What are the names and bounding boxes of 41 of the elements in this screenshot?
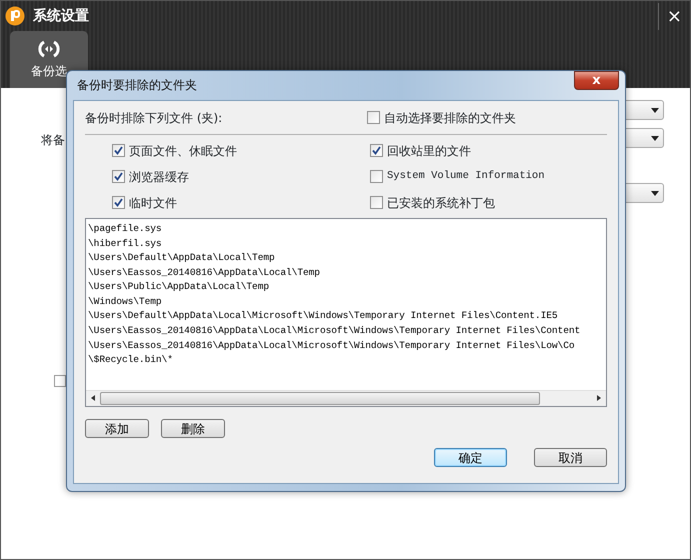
list-button[interactable]: 添加 [85, 418, 149, 438]
section-label: 备份时排除下列文件 (夹): [85, 110, 224, 127]
checkbox-label: 临时文件 [129, 194, 177, 212]
checkbox-label: 自动选择要排除的文件夹 [384, 110, 516, 127]
checkbox[interactable] [370, 170, 383, 184]
horizontal-scrollbar[interactable] [86, 390, 606, 406]
checkbox[interactable] [112, 170, 125, 184]
dropdown-arrow-icon [651, 136, 659, 140]
checkbox-label: 已安装的系统补丁包 [387, 194, 495, 212]
checkbox-label: 浏览器缓存 [129, 168, 189, 186]
file-path[interactable]: \pagefile.sys [88, 222, 604, 237]
backup-icon [38, 40, 60, 58]
checkbox-label: 回收站里的文件 [387, 142, 471, 160]
checkbox[interactable] [370, 196, 383, 210]
checkbox-label: 页面文件、休眠文件 [129, 142, 237, 160]
file-path[interactable]: \Users\Eassos_20140816\AppData\Local\Microsoft\Windows\Temporary Internet Files\Content [88, 324, 604, 339]
list-button[interactable]: 删除 [161, 418, 225, 438]
file-path[interactable]: \$Recycle.bin\* [88, 353, 604, 368]
file-path[interactable]: \Windows\Temp [88, 294, 604, 310]
app-logo-icon [5, 6, 25, 26]
file-path[interactable]: \Users\Default\AppData\Local\Temp [88, 251, 604, 266]
file-path[interactable]: \Users\Default\AppData\Local\Microsoft\Windows\Temporary Internet Files\Content.IE5 [88, 309, 604, 324]
background-label: 将备 [41, 132, 65, 149]
cancel-button[interactable]: 取消 [534, 448, 607, 467]
file-path[interactable]: \Users\Eassos_20140816\AppData\Local\Microsoft\Windows\Temporary Internet Files\Low\Co [88, 338, 604, 354]
checkbox[interactable] [54, 375, 66, 387]
dialog-close-button[interactable]: x [574, 71, 619, 90]
window-title: 系统设置 [33, 6, 89, 26]
file-path[interactable]: \hiberfil.sys [88, 236, 604, 252]
ok-button[interactable]: 确定 [434, 448, 507, 467]
checkbox[interactable] [112, 144, 125, 158]
dropdown-arrow-icon [651, 190, 659, 196]
dropdown-arrow-icon [651, 108, 659, 112]
checkbox[interactable] [370, 144, 383, 158]
checkbox-label: System Volume Information [387, 169, 545, 184]
file-path[interactable]: \Users\Eassos_20140816\AppData\Local\Temp [88, 266, 604, 280]
checkbox[interactable] [367, 111, 380, 124]
file-path[interactable]: \Users\Public\AppData\Local\Temp [88, 280, 604, 295]
close-button[interactable]: × [658, 2, 690, 30]
scrollbar-thumb[interactable] [100, 392, 540, 405]
checkbox[interactable] [112, 196, 125, 210]
